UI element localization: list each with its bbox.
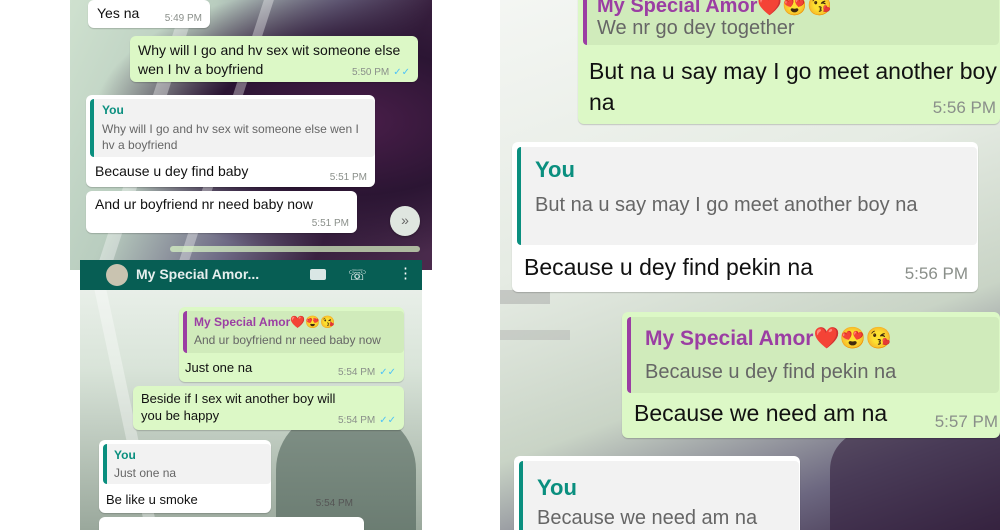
outgoing-reply-message[interactable]: My Special Amor❤️😍😘 And ur boyfriend nr … [179,307,404,382]
message-text: Because u dey find pekin na [524,254,813,280]
time-label: 5:54 PM [337,367,376,378]
more-options-icon[interactable]: ⋮ [398,264,413,282]
partial-message [99,517,364,530]
message-time: 5:54 PM ✓✓ [338,367,396,378]
quoted-text: But na u say may I go meet another boy n… [535,194,918,216]
double-check-icon: ✓✓ [379,367,396,378]
message-time: 5:50 PM ✓✓ [352,67,410,78]
contact-name[interactable]: My Special Amor... [136,266,259,282]
background-railing [500,330,570,340]
double-check-icon: ✓✓ [379,415,396,426]
message-text: Just one na [185,360,253,375]
quoted-sender: You [114,448,136,462]
chat-header: My Special Amor... ☏ ⋮ [80,260,422,290]
quoted-message[interactable]: You Just one na [103,444,271,484]
outgoing-reply-message[interactable]: My Special Amor❤️😍😘 Because u dey find p… [622,312,1000,438]
double-check-icon: ✓✓ [393,67,410,78]
message-text: Because u dey find baby [95,163,249,179]
message-time: 5:56 PM [904,264,968,283]
contact-avatar[interactable] [106,264,128,286]
chat-screenshot-right: My Special Amor❤️😍😘 We nr go dey togethe… [500,0,1000,530]
message-text: Beside if I sex wit another boy will you… [141,391,336,423]
incoming-reply-message[interactable]: You Just one na Be like u smoke 5:54 PM [99,440,353,513]
quoted-sender: You [102,103,124,117]
incoming-reply-message[interactable]: You Why will I go and hv sex wit someone… [86,95,375,187]
quoted-sender: You [535,157,575,182]
time-label: 5:50 PM [351,67,390,78]
quoted-message[interactable]: My Special Amor❤️😍😘 Because u dey find p… [627,317,999,393]
quoted-text: Why will I go and hv sex wit someone els… [102,122,359,152]
quoted-text: Because u dey find pekin na [645,361,897,383]
quoted-message[interactable]: You But na u say may I go meet another b… [517,147,977,245]
message-time: 5:51 PM [311,218,349,229]
time-label: 5:54 PM [337,415,376,426]
message-time: 5:51 PM [329,172,367,183]
chat-screenshot-top-left: Yes na 5:49 PM Why will I go and hv sex … [70,0,432,270]
call-icon[interactable]: ☏ [348,266,367,284]
background-figure [830,430,1000,530]
quoted-sender: My Special Amor❤️😍😘 [645,327,892,350]
quoted-message[interactable]: You Because we need am na [519,461,799,530]
quoted-message[interactable]: My Special Amor❤️😍😘 And ur boyfriend nr … [183,311,404,353]
message-text: And ur boyfriend nr need baby now [95,196,313,212]
quoted-message[interactable]: You Why will I go and hv sex wit someone… [90,99,375,157]
incoming-reply-message[interactable]: You But na u say may I go meet another b… [512,142,978,292]
incoming-message[interactable]: Yes na 5:49 PM [88,0,210,28]
chat-screenshot-bottom-left: My Special Amor... ☏ ⋮ My Special Amor❤️… [80,260,422,530]
quoted-sender: My Special Amor❤️😍😘 [597,0,833,17]
incoming-message[interactable]: And ur boyfriend nr need baby now 5:51 P… [86,191,357,233]
partial-bubble-edge [170,246,420,252]
quoted-text: Because we need am na [537,507,758,529]
double-chevron-down-icon: » [401,212,409,228]
message-text: Be like u smoke [106,492,198,507]
message-text: Yes na [97,5,140,21]
quoted-sender: You [537,475,577,500]
quoted-text: Just one na [114,466,177,480]
message-time: 5:54 PM ✓✓ [338,415,396,426]
scroll-to-bottom-button[interactable]: » [390,206,420,236]
outgoing-message[interactable]: Why will I go and hv sex wit someone els… [130,36,418,82]
message-time: 5:56 PM [932,98,996,117]
incoming-reply-message[interactable]: You Because we need am na [514,456,800,530]
quoted-message[interactable]: My Special Amor❤️😍😘 We nr go dey togethe… [583,0,999,45]
video-call-icon[interactable] [310,269,326,280]
message-text: Because we need am na [634,400,888,426]
quoted-sender: My Special Amor❤️😍😘 [194,315,336,329]
outgoing-message[interactable]: Beside if I sex wit another boy will you… [133,386,404,430]
message-time: 5:49 PM [164,13,202,24]
background-railing [500,290,550,304]
quoted-text: And ur boyfriend nr need baby now [194,333,381,347]
outgoing-reply-message[interactable]: My Special Amor❤️😍😘 We nr go dey togethe… [578,0,1000,124]
quoted-text: We nr go dey together [597,17,795,39]
message-time: 5:54 PM [315,498,353,509]
message-time: 5:57 PM [934,412,998,431]
